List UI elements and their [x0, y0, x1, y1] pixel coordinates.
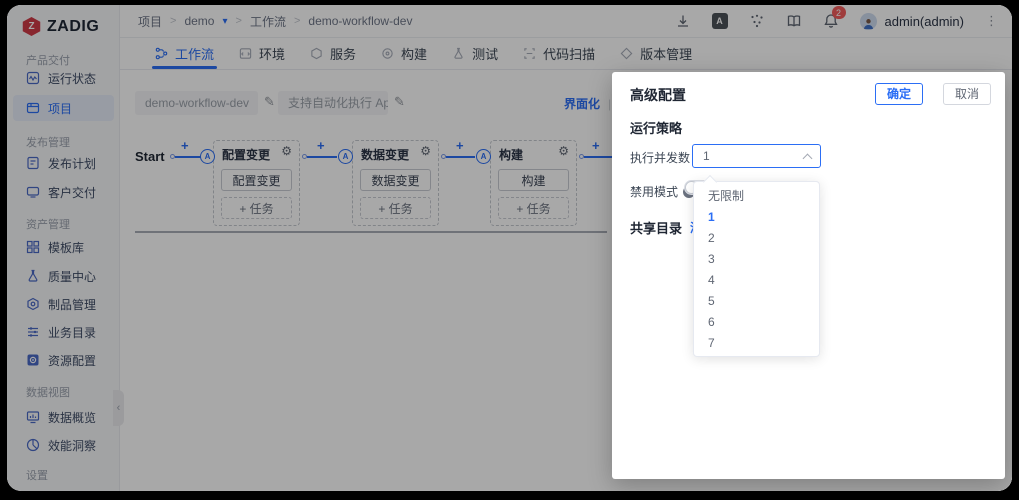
dialog-title: 高级配置: [630, 87, 686, 103]
concurrency-label-text: 执行并发数: [630, 151, 691, 165]
dropdown-option-unlimited[interactable]: 无限制: [694, 186, 819, 207]
dropdown-option-3[interactable]: 3: [694, 249, 819, 270]
concurrency-dropdown: 无限制 1 2 3 4 5 6 7: [693, 181, 820, 357]
concurrency-select-input[interactable]: [693, 145, 820, 167]
cancel-button[interactable]: 取消: [942, 83, 991, 105]
confirm-button[interactable]: 确定: [874, 83, 923, 105]
dropdown-option-2[interactable]: 2: [694, 228, 819, 249]
app-window: Z ZADIG 产品交付 运行状态 项目 发布管理 发布计划 客户交付 资产管理…: [7, 5, 1012, 491]
dropdown-option-5[interactable]: 5: [694, 291, 819, 312]
dropdown-option-4[interactable]: 4: [694, 270, 819, 291]
dropdown-option-1[interactable]: 1: [694, 207, 819, 228]
concurrency-select[interactable]: [692, 144, 821, 168]
shared-directory-label: 共享目录: [630, 221, 683, 236]
dropdown-option-6[interactable]: 6: [694, 312, 819, 333]
disable-mode-label-text: 禁用模式: [630, 185, 679, 199]
run-strategy-section-title: 运行策略: [630, 121, 683, 136]
dropdown-option-7[interactable]: 7: [694, 333, 819, 354]
